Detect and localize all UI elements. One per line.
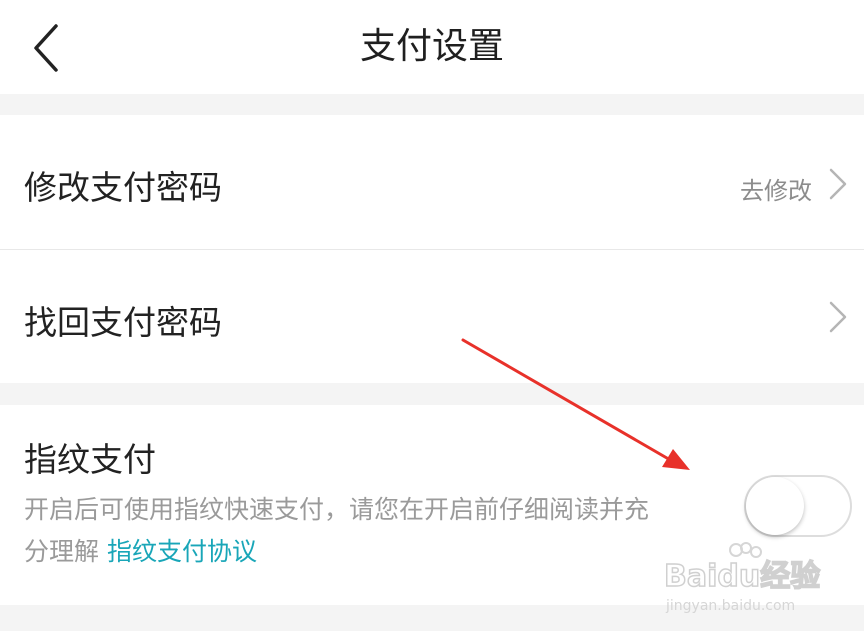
fingerprint-agreement-link[interactable]: 指纹支付协议: [107, 537, 257, 566]
fingerprint-payment-toggle[interactable]: [744, 475, 852, 537]
modify-password-label: 修改支付密码: [24, 168, 222, 207]
toggle-knob: [746, 477, 804, 535]
back-button[interactable]: [22, 18, 82, 78]
modify-password-action: 去修改: [740, 177, 812, 205]
modify-password-row[interactable]: 修改支付密码 去修改: [0, 115, 864, 249]
password-settings-group: 修改支付密码 去修改 找回支付密码: [0, 115, 864, 383]
top-nav-bar: 支付设置: [0, 0, 864, 94]
fingerprint-payment-description: 开启后可使用指纹快速支付，请您在开启前仔细阅读并充 分理解 指纹支付协议: [24, 489, 744, 573]
description-line: 分理解 指纹支付协议: [24, 531, 744, 573]
chevron-left-icon: [34, 24, 58, 72]
description-prefix: 分理解: [24, 537, 107, 566]
description-line: 开启后可使用指纹快速支付，请您在开启前仔细阅读并充: [24, 495, 650, 524]
fingerprint-payment-group: 指纹支付 开启后可使用指纹快速支付，请您在开启前仔细阅读并充 分理解 指纹支付协…: [0, 405, 864, 605]
chevron-right-icon: [829, 301, 847, 333]
recover-password-label: 找回支付密码: [24, 303, 222, 342]
fingerprint-payment-title: 指纹支付: [24, 440, 156, 479]
chevron-right-icon: [829, 168, 847, 200]
recover-password-row[interactable]: 找回支付密码: [0, 250, 864, 383]
payment-settings-page: 支付设置 修改支付密码 去修改 找回支付密码 指纹支付 开启后可使用指纹快速支付…: [0, 0, 864, 631]
page-title: 支付设置: [359, 26, 504, 67]
